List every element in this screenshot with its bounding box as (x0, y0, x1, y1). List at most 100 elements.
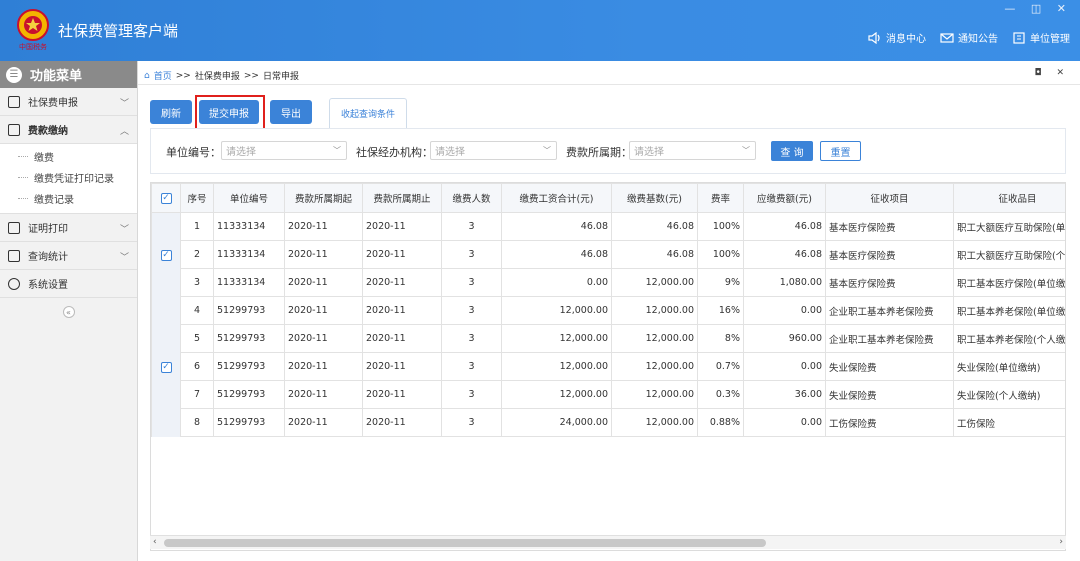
table-cell: 12,000.00 (611, 408, 698, 437)
table-cell: 100% (697, 240, 744, 269)
table-cell: 2020-11 (362, 240, 442, 269)
row-group-select-cell[interactable]: ✓ (151, 296, 181, 437)
header-link-unit-management[interactable]: 单位管理 (1012, 30, 1070, 45)
restore-icon[interactable]: ◫ (1031, 2, 1047, 15)
row-group-select-cell[interactable]: ✓ (151, 212, 181, 297)
table-cell: 12,000.00 (501, 324, 612, 353)
close-icon[interactable]: ✕ (1057, 2, 1072, 15)
table-cell: 2020-11 (362, 408, 442, 437)
column-header: 征收项目 (825, 183, 954, 213)
table-cell: 1 (180, 212, 214, 241)
app-header: 中国税务 社保费管理客户端 — ◫ ✕ 消息中心 通知公告 单位管理 (0, 0, 1080, 61)
table-cell: 3 (441, 296, 502, 325)
divider (138, 84, 1080, 85)
table-cell: 基本医疗保险费 (825, 268, 954, 297)
breadcrumb-level1[interactable]: 社保费申报 (195, 69, 240, 82)
data-grid: ✓ 序号 单位编号 费款所属期起 费款所属期止 缴费人数 缴费工资合计(元) 缴… (150, 182, 1066, 551)
table-cell: 职工大额医疗互助保险(个人... (953, 240, 1065, 269)
table-cell: 2020-11 (284, 212, 363, 241)
scroll-thumb[interactable] (164, 539, 766, 547)
submenu-fee-payment: 缴费 缴费凭证打印记录 缴费记录 (0, 144, 137, 214)
speaker-icon (868, 31, 880, 44)
table-cell: 0.00 (743, 296, 826, 325)
query-button[interactable]: 查 询 (771, 141, 813, 161)
reset-button[interactable]: 重置 (820, 141, 861, 161)
sub-item-payment-records[interactable]: 缴费记录 (0, 188, 137, 209)
sidebar-item-query-statistics[interactable]: 查询统计 ﹀ (0, 242, 137, 270)
window-controls[interactable]: — ◫ ✕ (1004, 2, 1072, 15)
header-link-notices[interactable]: 通知公告 (940, 30, 998, 45)
sub-item-voucher-print-records[interactable]: 缴费凭证打印记录 (0, 167, 137, 188)
document-icon (8, 221, 20, 234)
select-all-checkbox[interactable]: ✓ (160, 193, 172, 204)
table-row[interactable]: ✓ 4 51299793 2020-11 2020-11 3 12,000.00 12,000… (151, 296, 1065, 437)
period-select[interactable]: 请选择 ﹀ (629, 141, 756, 160)
breadcrumb-home[interactable]: 首页 (154, 69, 172, 82)
column-header: 费款所属期止 (362, 183, 442, 213)
table-cell: 51299793 (213, 296, 285, 325)
collapse-sidebar-button[interactable]: « (62, 306, 75, 318)
table-header-row: ✓ 序号 单位编号 费款所属期起 费款所属期止 缴费人数 缴费工资合计(元) 缴… (151, 183, 1065, 213)
table-cell: 4 (180, 296, 214, 325)
table-row[interactable]: ✓ 1 11333134 2020-11 2020-11 3 46.08 46.08 100% 4… (151, 212, 1065, 297)
table-row[interactable]: 8 51299793 2020-11 2020-11 3 24,000.00 12,000.… (152, 408, 1065, 437)
table-cell: 职工基本养老保险(个人缴纳) (953, 324, 1065, 353)
table-row[interactable]: 3 11333134 2020-11 2020-11 3 0.00 12,000.00 9% 1… (152, 268, 1065, 297)
table-row[interactable]: 7 51299793 2020-11 2020-11 3 12,000.00 12,000.… (152, 380, 1065, 409)
table-cell: 36.00 (743, 380, 826, 409)
sidebar-item-social-insurance-declaration[interactable]: 社保费申报 ﹀ (0, 88, 137, 116)
sidebar-item-system-settings[interactable]: 系统设置 (0, 270, 137, 298)
export-button[interactable]: 导出 (270, 100, 312, 124)
table-cell: 2020-11 (284, 240, 363, 269)
table-cell: 2020-11 (284, 296, 363, 325)
refresh-button[interactable]: 刷新 (150, 100, 192, 124)
unit-no-select[interactable]: 请选择 ﹀ (221, 141, 347, 160)
table-cell: 失业保险费 (825, 352, 954, 381)
breadcrumb-level2: 日常申报 (262, 72, 299, 82)
scroll-right-icon[interactable]: › (1059, 537, 1063, 547)
table-cell: 11333134 (213, 212, 285, 241)
agency-select[interactable]: 请选择 ﹀ (430, 141, 557, 160)
column-header: 费款所属期起 (284, 183, 363, 213)
table-cell: 12,000.00 (611, 352, 698, 381)
tax-emblem-logo: 中国税务 (17, 9, 49, 51)
scroll-left-icon[interactable]: ‹ (153, 537, 157, 547)
column-header: 应缴费额(元) (743, 183, 826, 213)
horizontal-scrollbar[interactable]: ‹ › (150, 535, 1066, 549)
table-cell: 16% (697, 296, 744, 325)
table-row[interactable]: 6 51299793 2020-11 2020-11 3 12,000.00 12,000.… (152, 352, 1065, 381)
app-title: 社保费管理客户端 (58, 22, 179, 40)
tab-controls[interactable]: ◘ ✕ (1034, 68, 1070, 78)
table-cell: 2020-11 (284, 352, 363, 381)
breadcrumb: ⌂ 首页 >> 社保费申报 >> 日常申报 (144, 69, 299, 83)
table-cell: 51299793 (213, 352, 285, 381)
row-checkbox[interactable]: ✓ (160, 249, 172, 261)
chevron-up-icon: ︿ (119, 127, 129, 137)
table-cell: 3 (441, 352, 502, 381)
sidebar-item-certificate-print[interactable]: 证明打印 ﹀ (0, 214, 137, 242)
toggle-query-conditions-tab[interactable]: 收起查询条件 (329, 98, 407, 128)
sub-item-payment[interactable]: 缴费 (0, 146, 137, 167)
table-cell: 24,000.00 (501, 408, 612, 437)
header-link-messages[interactable]: 消息中心 (868, 30, 926, 45)
row-checkbox[interactable]: ✓ (160, 361, 172, 373)
select-all-header[interactable]: ✓ (151, 183, 181, 213)
column-header: 征收品目 (953, 183, 1065, 213)
chevron-down-icon: ﹀ (119, 253, 129, 263)
agency-label: 社保经办机构： (356, 146, 433, 159)
table-cell: 51299793 (213, 408, 285, 437)
chart-icon (8, 249, 20, 262)
chevron-down-icon: ﹀ (119, 99, 129, 109)
svg-text:中国税务: 中国税务 (19, 42, 47, 51)
sidebar-item-fee-payment[interactable]: 费款缴纳 ︿ (0, 116, 137, 144)
table-cell: 2 (180, 240, 214, 269)
menu-icon: ☰ (6, 66, 22, 83)
highlight-box (195, 95, 265, 130)
minimize-icon[interactable]: — (1004, 2, 1021, 15)
table-cell: 企业职工基本养老保险费 (825, 324, 954, 353)
table-cell: 11333134 (213, 268, 285, 297)
home-icon[interactable]: ⌂ (144, 71, 150, 81)
table-cell: 7 (180, 380, 214, 409)
table-row[interactable]: 2 11333134 2020-11 2020-11 3 46.08 46.08 100% 46… (152, 240, 1065, 269)
table-row[interactable]: 5 51299793 2020-11 2020-11 3 12,000.00 12,000.… (152, 324, 1065, 353)
